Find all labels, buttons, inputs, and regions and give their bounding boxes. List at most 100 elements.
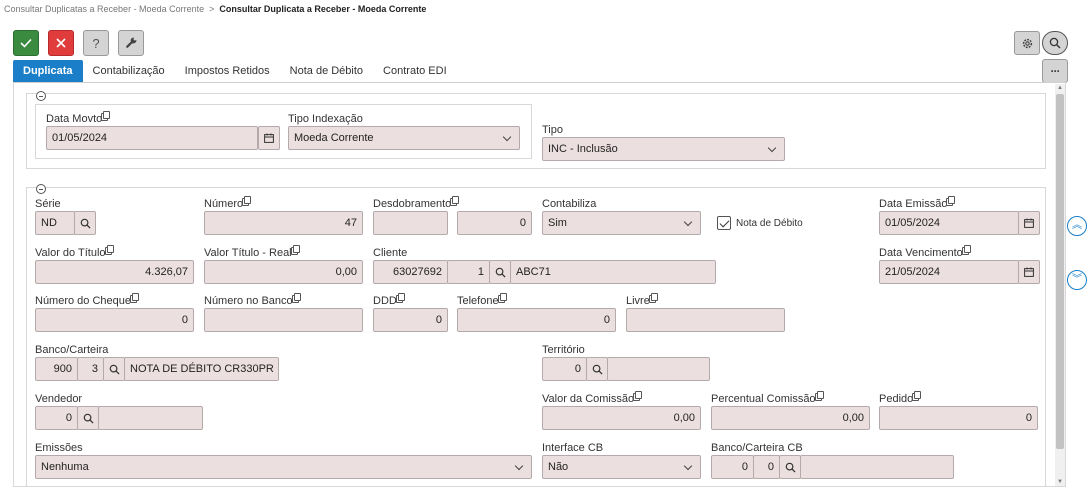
valor-titulo-field[interactable]: 4.326,07 [35,260,194,284]
data-vencimento-label: Data Vencimento [879,245,971,259]
contabiliza-label: Contabiliza [542,198,597,210]
more-label: ··· [1050,64,1061,78]
banco-carteira-cb-search-button[interactable] [779,455,801,479]
tab-duplicata[interactable]: Duplicata [13,60,83,82]
scroll-up-arrow-icon[interactable]: ▲ [1056,84,1064,92]
more-button[interactable]: ··· [1042,59,1068,83]
serie-field[interactable]: ND [35,211,75,235]
cliente-code-field[interactable]: 63027692 [373,260,448,284]
copy-icon [244,196,252,204]
banco-carteira-label: Banco/Carteira [35,344,109,356]
cliente-seq-field[interactable]: 1 [447,260,490,284]
nota-debito-label: Nota de Débito [736,218,803,229]
livre-field[interactable] [626,308,785,332]
banco-carteira-descricao-field[interactable]: NOTA DE DÉBITO CR330PR [124,357,279,381]
numero-banco-field[interactable] [204,308,363,332]
data-emissao-label: Data Emissão [879,196,956,210]
tab-nota-de-debito[interactable]: Nota de Débito [280,60,373,82]
calendar-icon [1024,218,1034,228]
banco-cb-field[interactable]: 0 [711,455,754,479]
data-movto-field[interactable]: 01/05/2024 [46,126,258,150]
valor-comissao-field[interactable]: 0,00 [542,406,701,430]
check-icon [20,38,32,48]
nota-debito-checkbox[interactable] [717,216,731,230]
double-chevron-down-icon: ︾ [1072,274,1082,285]
numero-cheque-field[interactable]: 0 [35,308,194,332]
calendar-button[interactable] [1018,211,1040,235]
search-button[interactable] [1042,31,1068,55]
tab-contabilizacao[interactable]: Contabilização [83,60,175,82]
cliente-search-button[interactable] [489,260,511,284]
percentual-comissao-label: Percentual Comissão [711,391,824,405]
copy-icon [292,245,300,253]
percentual-comissao-field[interactable]: 0,00 [711,406,870,430]
copy-icon [293,293,301,301]
calendar-button[interactable] [1018,260,1040,284]
help-button[interactable]: ? [83,30,109,56]
valor-titulo-real-label: Valor Título - Real [204,245,300,259]
section-movimento: Data Movto 01/05/2024 Tipo Indexação Moe… [26,91,1046,169]
numero-field[interactable]: 47 [204,211,363,235]
calendar-button[interactable] [258,126,280,150]
calendar-icon [1024,267,1034,277]
copy-icon [397,293,405,301]
scroll-to-bottom-button[interactable]: ︾ [1067,270,1087,290]
serie-search-button[interactable] [74,211,96,235]
copy-icon [499,293,507,301]
desdobramento-field-2[interactable]: 0 [457,211,532,235]
vertical-scrollbar[interactable]: ▲ ▼ [1055,84,1065,486]
carteira-field[interactable]: 3 [77,357,104,381]
desdobramento-field-1[interactable] [373,211,448,235]
tipo-select[interactable]: INC - Inclusão [542,137,785,161]
settings-button[interactable] [1014,31,1040,55]
tipo-indexacao-label: Tipo Indexação [288,113,363,125]
cliente-label: Cliente [373,247,408,259]
numero-cheque-label: Número do Cheque [35,293,140,307]
tools-button[interactable] [118,30,144,56]
cliente-name-field[interactable]: ABC71 [510,260,716,284]
carteira-cb-field[interactable]: 0 [753,455,780,479]
collapse-section-icon[interactable] [36,91,46,101]
territorio-field[interactable]: 0 [542,357,587,381]
banco-carteira-cb-descricao-field[interactable] [800,455,954,479]
breadcrumb-current: Consultar Duplicata a Receber - Moeda Co… [219,4,427,14]
vendedor-field[interactable]: 0 [35,406,78,430]
copy-icon [650,293,658,301]
copy-icon [816,391,824,399]
scroll-down-arrow-icon[interactable]: ▼ [1056,478,1064,486]
scrollbar-thumb[interactable] [1056,94,1064,449]
breadcrumb-parent[interactable]: Consultar Duplicatas a Receber - Moeda C… [4,4,204,14]
tab-impostos-retidos[interactable]: Impostos Retidos [175,60,280,82]
banco-carteira-search-button[interactable] [103,357,125,381]
form-panel: Data Movto 01/05/2024 Tipo Indexação Moe… [13,83,1066,487]
telefone-field[interactable]: 0 [457,308,616,332]
emissoes-select[interactable]: Nenhuma [35,455,532,479]
cancel-button[interactable] [48,30,74,56]
contabiliza-select[interactable]: Sim [542,211,701,235]
territorio-descricao-field[interactable] [607,357,710,381]
data-vencimento-field[interactable]: 21/05/2024 [879,260,1019,284]
vendedor-descricao-field[interactable] [98,406,203,430]
breadcrumb: Consultar Duplicatas a Receber - Moeda C… [4,4,426,14]
search-icon [83,413,94,424]
ddd-label: DDD [373,293,405,307]
banco-field[interactable]: 900 [35,357,78,381]
tipo-label: Tipo [542,124,563,136]
copy-icon [963,245,971,253]
livre-label: Livre [626,293,658,307]
search-icon [80,218,91,229]
interface-cb-select[interactable]: Não [542,455,701,479]
vendedor-search-button[interactable] [77,406,99,430]
confirm-button[interactable] [13,30,39,56]
tipo-indexacao-select[interactable]: Moeda Corrente [288,126,520,150]
scroll-to-top-button[interactable]: ︽ [1067,216,1087,236]
valor-titulo-real-field[interactable]: 0,00 [204,260,363,284]
tab-contrato-edi[interactable]: Contrato EDI [373,60,457,82]
ddd-field[interactable]: 0 [373,308,448,332]
territorio-search-button[interactable] [586,357,608,381]
breadcrumb-separator: > [209,4,215,14]
data-emissao-field[interactable]: 01/05/2024 [879,211,1019,235]
emissoes-label: Emissões [35,442,83,454]
pedido-field[interactable]: 0 [879,406,1038,430]
collapse-section-icon[interactable] [36,184,46,194]
